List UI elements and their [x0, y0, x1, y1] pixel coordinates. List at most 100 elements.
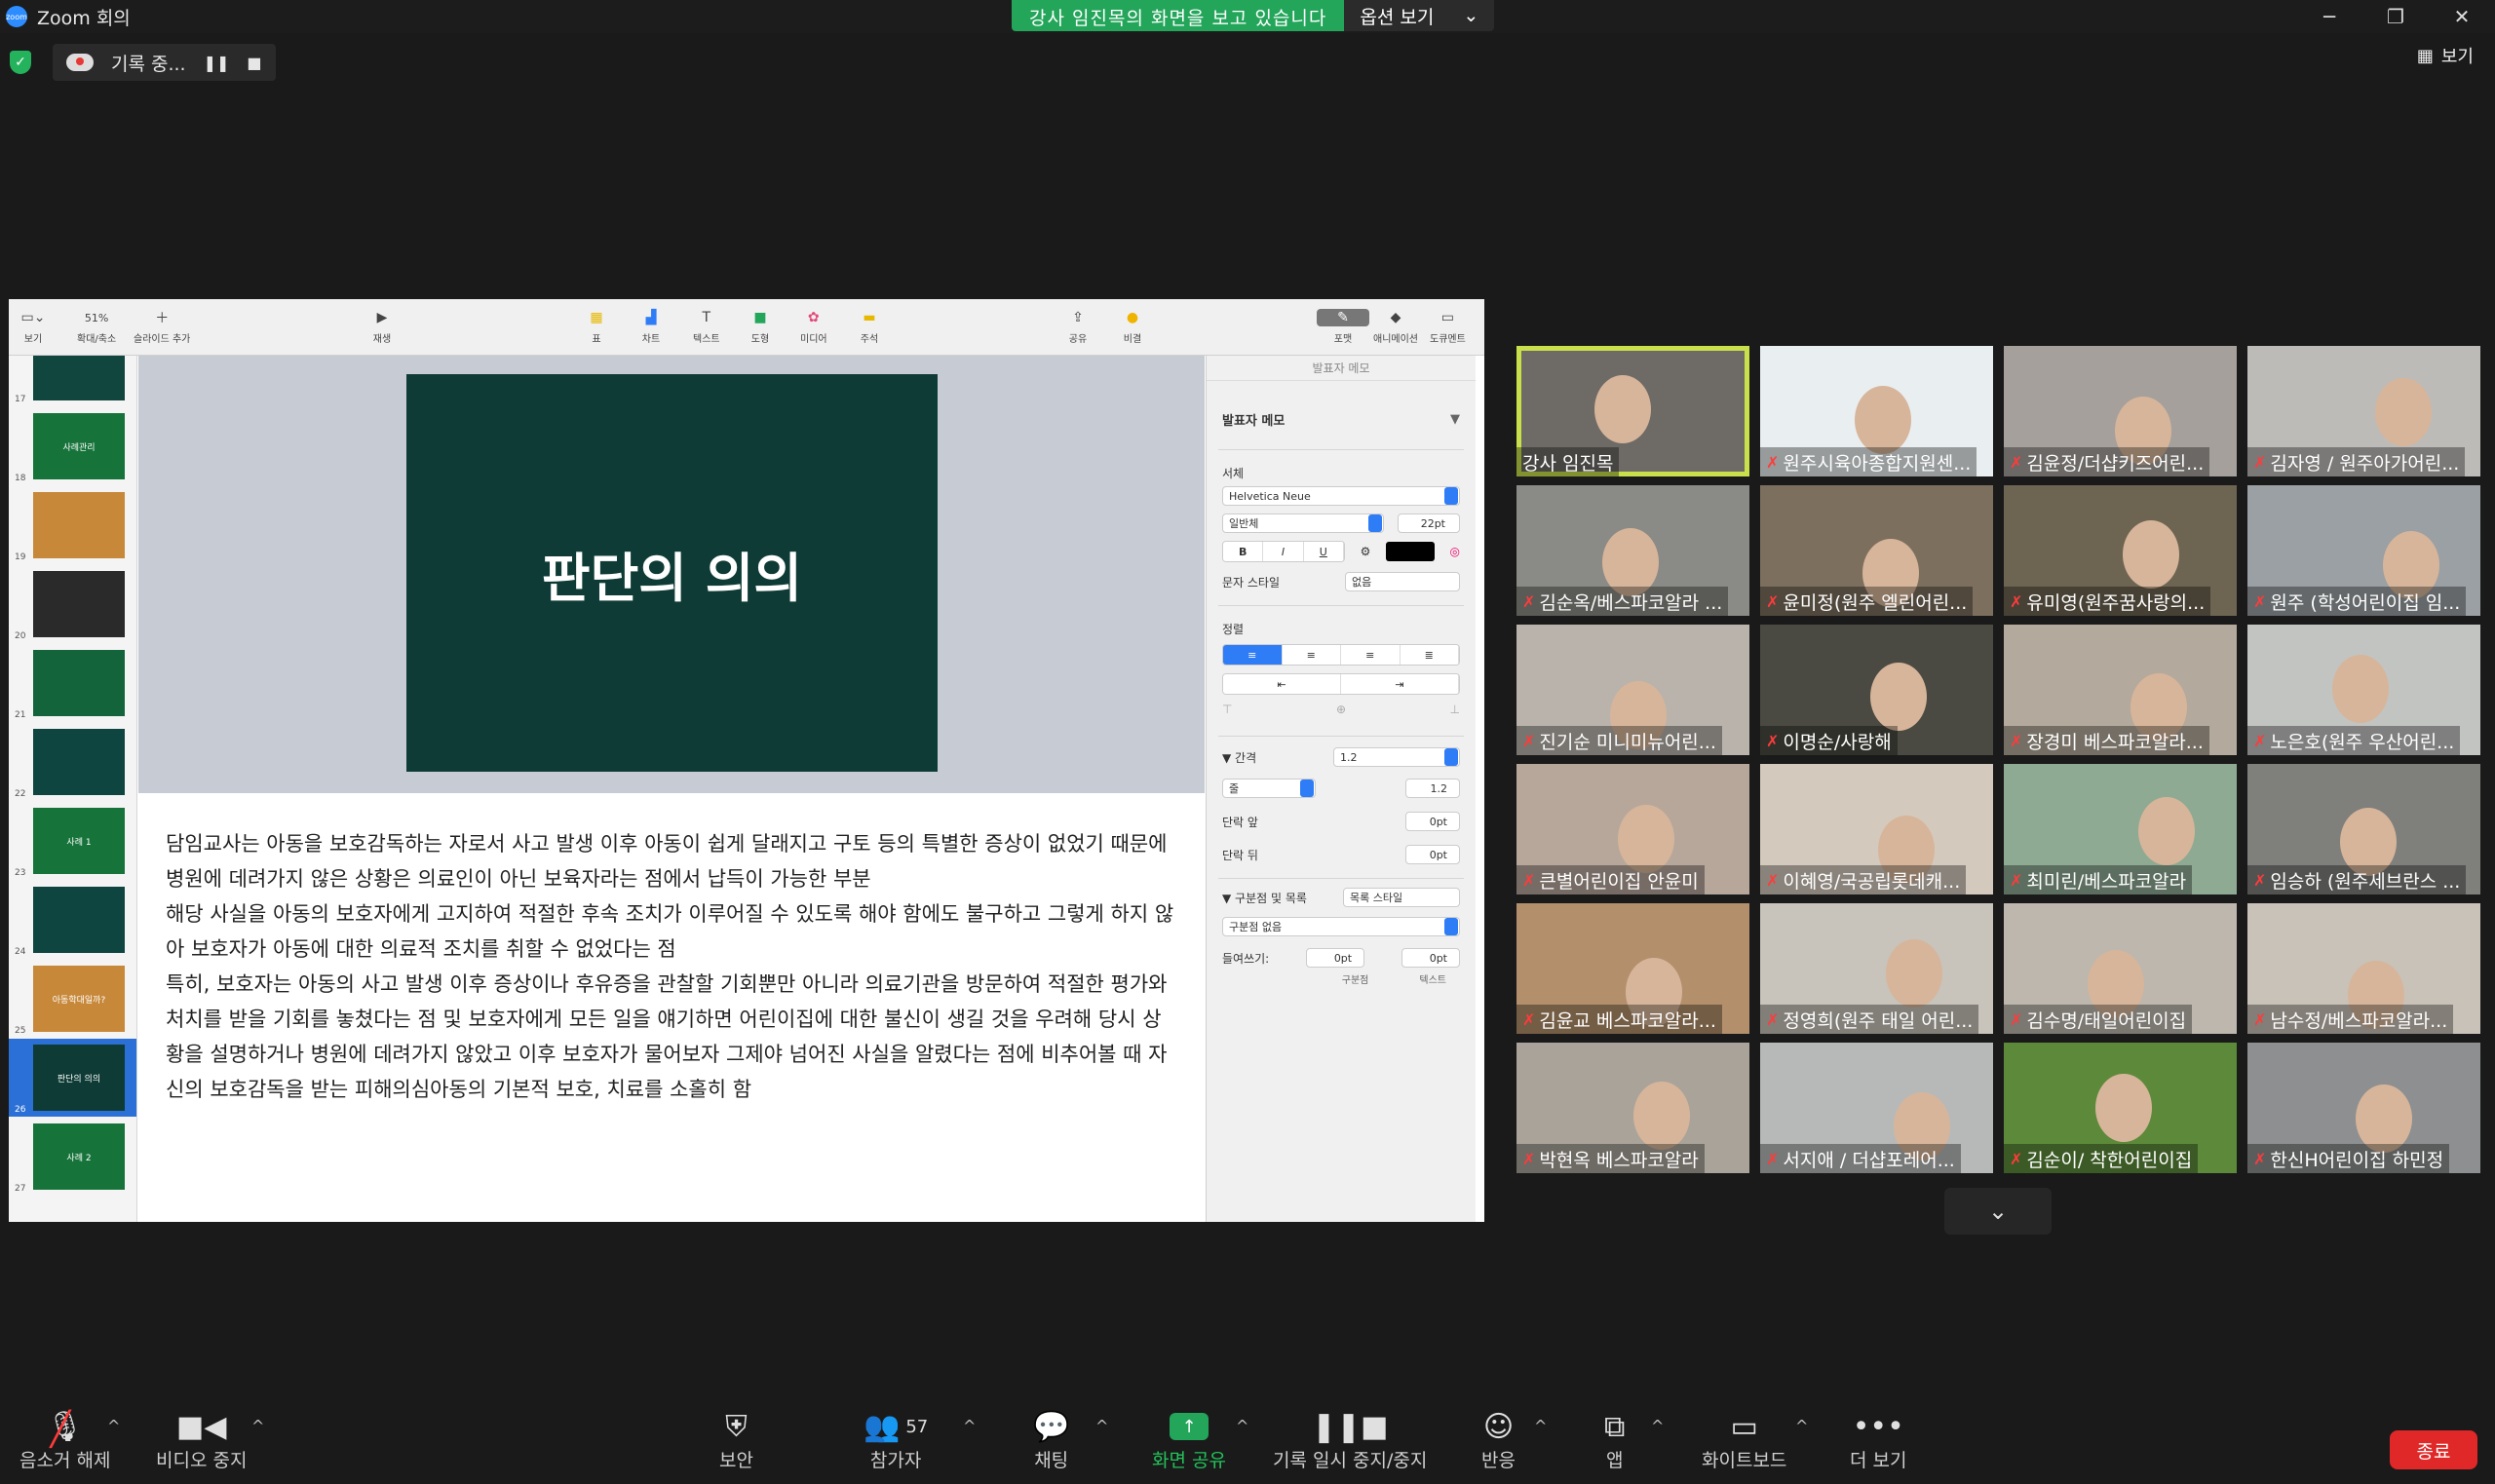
- close-icon[interactable]: ✕: [2429, 0, 2495, 33]
- more-button[interactable]: ••• 더 보기: [1850, 1407, 1906, 1472]
- font-name-select[interactable]: Helvetica Neue: [1222, 486, 1460, 506]
- stop-recording-icon[interactable]: ■: [247, 54, 261, 72]
- slide-thumbnail-26[interactable]: 판단의 의의 26: [9, 1039, 136, 1117]
- list-style-select[interactable]: 목록 스타일: [1343, 888, 1460, 907]
- slide-thumbnail-25[interactable]: 아동학대일까? 25: [9, 960, 136, 1038]
- char-style-select[interactable]: 없음: [1345, 572, 1460, 591]
- italic-button[interactable]: I: [1263, 542, 1304, 561]
- chat-button[interactable]: 💬 채팅: [1033, 1407, 1069, 1472]
- participant-tile[interactable]: ✗ 한신H어린이집 하민정: [2247, 1043, 2480, 1173]
- participant-tile[interactable]: ✗ 김자영 / 원주아가어린...: [2247, 346, 2480, 476]
- spacing-header[interactable]: ▼ 간격: [1222, 749, 1256, 766]
- indent-bullet-field[interactable]: 0pt: [1306, 948, 1365, 968]
- after-field[interactable]: 0pt: [1405, 845, 1460, 864]
- view-button[interactable]: ▦ 보기: [2417, 43, 2474, 68]
- spacing-select[interactable]: 1.2: [1333, 747, 1460, 767]
- indent-text-field[interactable]: 0pt: [1401, 948, 1460, 968]
- align-right-button[interactable]: ≡: [1341, 645, 1401, 665]
- encryption-shield-icon[interactable]: ✓: [10, 51, 31, 74]
- slide-thumbnail-24[interactable]: 24: [9, 881, 136, 959]
- align-left-button[interactable]: ≡: [1223, 645, 1283, 665]
- toolbar-comment[interactable]: ▬ 주석: [859, 309, 880, 345]
- view-options-button[interactable]: 옵션 보기 ⌄: [1344, 0, 1495, 31]
- security-button[interactable]: ⛨ 보안: [719, 1407, 753, 1472]
- participant-tile[interactable]: ✗ 김수명/태일어린이집: [2004, 903, 2237, 1034]
- before-field[interactable]: 0pt: [1405, 812, 1460, 831]
- toolbar-table[interactable]: ▦ 표: [586, 309, 607, 345]
- valign-top-icon[interactable]: ⊤: [1222, 703, 1232, 716]
- pause-stop-recording-button[interactable]: ❚❚■ 기록 일시 중지/중지: [1273, 1407, 1427, 1472]
- apps-button[interactable]: ⧉ 앱: [1604, 1407, 1625, 1472]
- font-size-field[interactable]: 22pt: [1398, 514, 1460, 533]
- participant-tile[interactable]: ✗ 서지애 / 더샵포레어...: [1760, 1043, 1993, 1173]
- slide-thumbnail-18[interactable]: 사례관리 18: [9, 407, 136, 485]
- participant-tile[interactable]: ✗ 장경미 베스파코알라...: [2004, 625, 2237, 755]
- participants-options-caret-icon[interactable]: ^: [963, 1417, 976, 1435]
- reactions-options-caret-icon[interactable]: ^: [1534, 1417, 1547, 1435]
- chat-options-caret-icon[interactable]: ^: [1095, 1417, 1108, 1435]
- participant-tile[interactable]: ✗ 유미영(원주꿈사랑의...: [2004, 485, 2237, 616]
- align-justify-button[interactable]: ≣: [1400, 645, 1459, 665]
- participant-tile[interactable]: ✗ 김순옥/베스파코알라 ...: [1516, 485, 1749, 616]
- toolbar-format[interactable]: ✎ 포맷: [1317, 309, 1369, 345]
- toolbar-chart[interactable]: ▟ 차트: [640, 309, 662, 345]
- share-screen-button[interactable]: ↑ 화면 공유: [1152, 1407, 1226, 1472]
- participant-tile[interactable]: ✗ 큰별어린이집 안윤미: [1516, 764, 1749, 894]
- participant-tile[interactable]: ✗ 원주시육아종합지원센...: [1760, 346, 1993, 476]
- slide-thumbnail-19[interactable]: 19: [9, 486, 136, 564]
- toolbar-view[interactable]: ▭⌄ 보기: [21, 309, 46, 345]
- toolbar-zoom[interactable]: 51% 확대/축소: [77, 309, 116, 346]
- slide-thumbnail-21[interactable]: 21: [9, 644, 136, 722]
- current-slide[interactable]: 판단의 의의: [406, 374, 938, 772]
- maximize-icon[interactable]: ❐: [2362, 0, 2429, 33]
- video-options-caret-icon[interactable]: ^: [251, 1417, 264, 1435]
- share-options-caret-icon[interactable]: ^: [1236, 1417, 1248, 1435]
- participant-tile[interactable]: ✗ 남수정/베스파코알라...: [2247, 903, 2480, 1034]
- minimize-icon[interactable]: ─: [2296, 0, 2362, 33]
- reactions-button[interactable]: ☺ 반응: [1481, 1407, 1516, 1472]
- participant-tile[interactable]: ✗ 박현옥 베스파코알라: [1516, 1043, 1749, 1173]
- participant-tile[interactable]: ✗ 이혜영/국공립롯데캐...: [1760, 764, 1993, 894]
- participant-tile[interactable]: ✗ 김윤교 베스파코알라...: [1516, 903, 1749, 1034]
- valign-bottom-icon[interactable]: ⊥: [1450, 703, 1460, 716]
- valign-middle-icon[interactable]: ⊕: [1336, 703, 1346, 716]
- gear-icon[interactable]: ⚙: [1361, 545, 1371, 558]
- color-wheel-icon[interactable]: ◎: [1450, 545, 1460, 558]
- slide-thumbnail-20[interactable]: 20: [9, 565, 136, 643]
- toolbar-add-slide[interactable]: ＋ 슬라이드 추가: [134, 309, 190, 345]
- participant-tile[interactable]: ✗ 정영희(원주 태일 어린...: [1760, 903, 1993, 1034]
- toolbar-shape[interactable]: ■ 도형: [749, 309, 771, 345]
- align-center-button[interactable]: ≡: [1282, 645, 1341, 665]
- stop-video-button[interactable]: ■◀ 비디오 중지: [156, 1407, 247, 1472]
- audio-options-caret-icon[interactable]: ^: [107, 1417, 120, 1435]
- toolbar-tips[interactable]: ● 비결: [1122, 309, 1143, 345]
- toolbar-document[interactable]: ▭ 도큐멘트: [1430, 309, 1466, 345]
- spacing-mode-select[interactable]: 줄: [1222, 779, 1316, 798]
- participant-tile[interactable]: ✗ 이명순/사랑해: [1760, 625, 1993, 755]
- participants-button[interactable]: 👥 57 참가자: [864, 1407, 928, 1472]
- bold-button[interactable]: B: [1223, 542, 1264, 561]
- toolbar-play[interactable]: ▶ 재생: [371, 309, 393, 345]
- end-meeting-button[interactable]: 종료: [2390, 1430, 2477, 1469]
- participant-tile[interactable]: ✗ 노은호(원주 우산어린...: [2247, 625, 2480, 755]
- bullet-type-select[interactable]: 구분점 없음: [1222, 917, 1460, 936]
- unmute-button[interactable]: 🎙 ╱ 음소거 해제: [19, 1407, 110, 1472]
- bullets-header[interactable]: ▼ 구분점 및 목록: [1222, 890, 1307, 906]
- slide-thumbnail-17[interactable]: 17: [9, 356, 136, 406]
- notes-style-header[interactable]: 발표자 메모 ▼: [1222, 410, 1460, 429]
- underline-button[interactable]: U: [1303, 542, 1344, 561]
- participant-tile[interactable]: ✗ 임승하 (원주세브란스 ...: [2247, 764, 2480, 894]
- indent-button[interactable]: ⇥: [1341, 674, 1459, 694]
- participant-tile[interactable]: ✗ 윤미정(원주 엘린어린...: [1760, 485, 1993, 616]
- participant-tile[interactable]: ✗ 김순이/ 착한어린이집: [2004, 1043, 2237, 1173]
- whiteboard-options-caret-icon[interactable]: ^: [1795, 1417, 1808, 1435]
- outdent-button[interactable]: ⇤: [1223, 674, 1341, 694]
- toolbar-animate[interactable]: ◆ 애니메이션: [1373, 309, 1418, 345]
- text-color-well[interactable]: [1385, 542, 1435, 561]
- participant-tile[interactable]: 강사 임진목: [1516, 346, 1749, 476]
- toolbar-share[interactable]: ⇪ 공유: [1067, 309, 1089, 345]
- pause-recording-icon[interactable]: ❚❚: [204, 54, 230, 72]
- slide-thumbnail-27[interactable]: 사례 2 27: [9, 1118, 136, 1196]
- participant-tile[interactable]: ✗ 최미린/베스파코알라: [2004, 764, 2237, 894]
- gallery-next-page-button[interactable]: ⌄: [1944, 1188, 2052, 1235]
